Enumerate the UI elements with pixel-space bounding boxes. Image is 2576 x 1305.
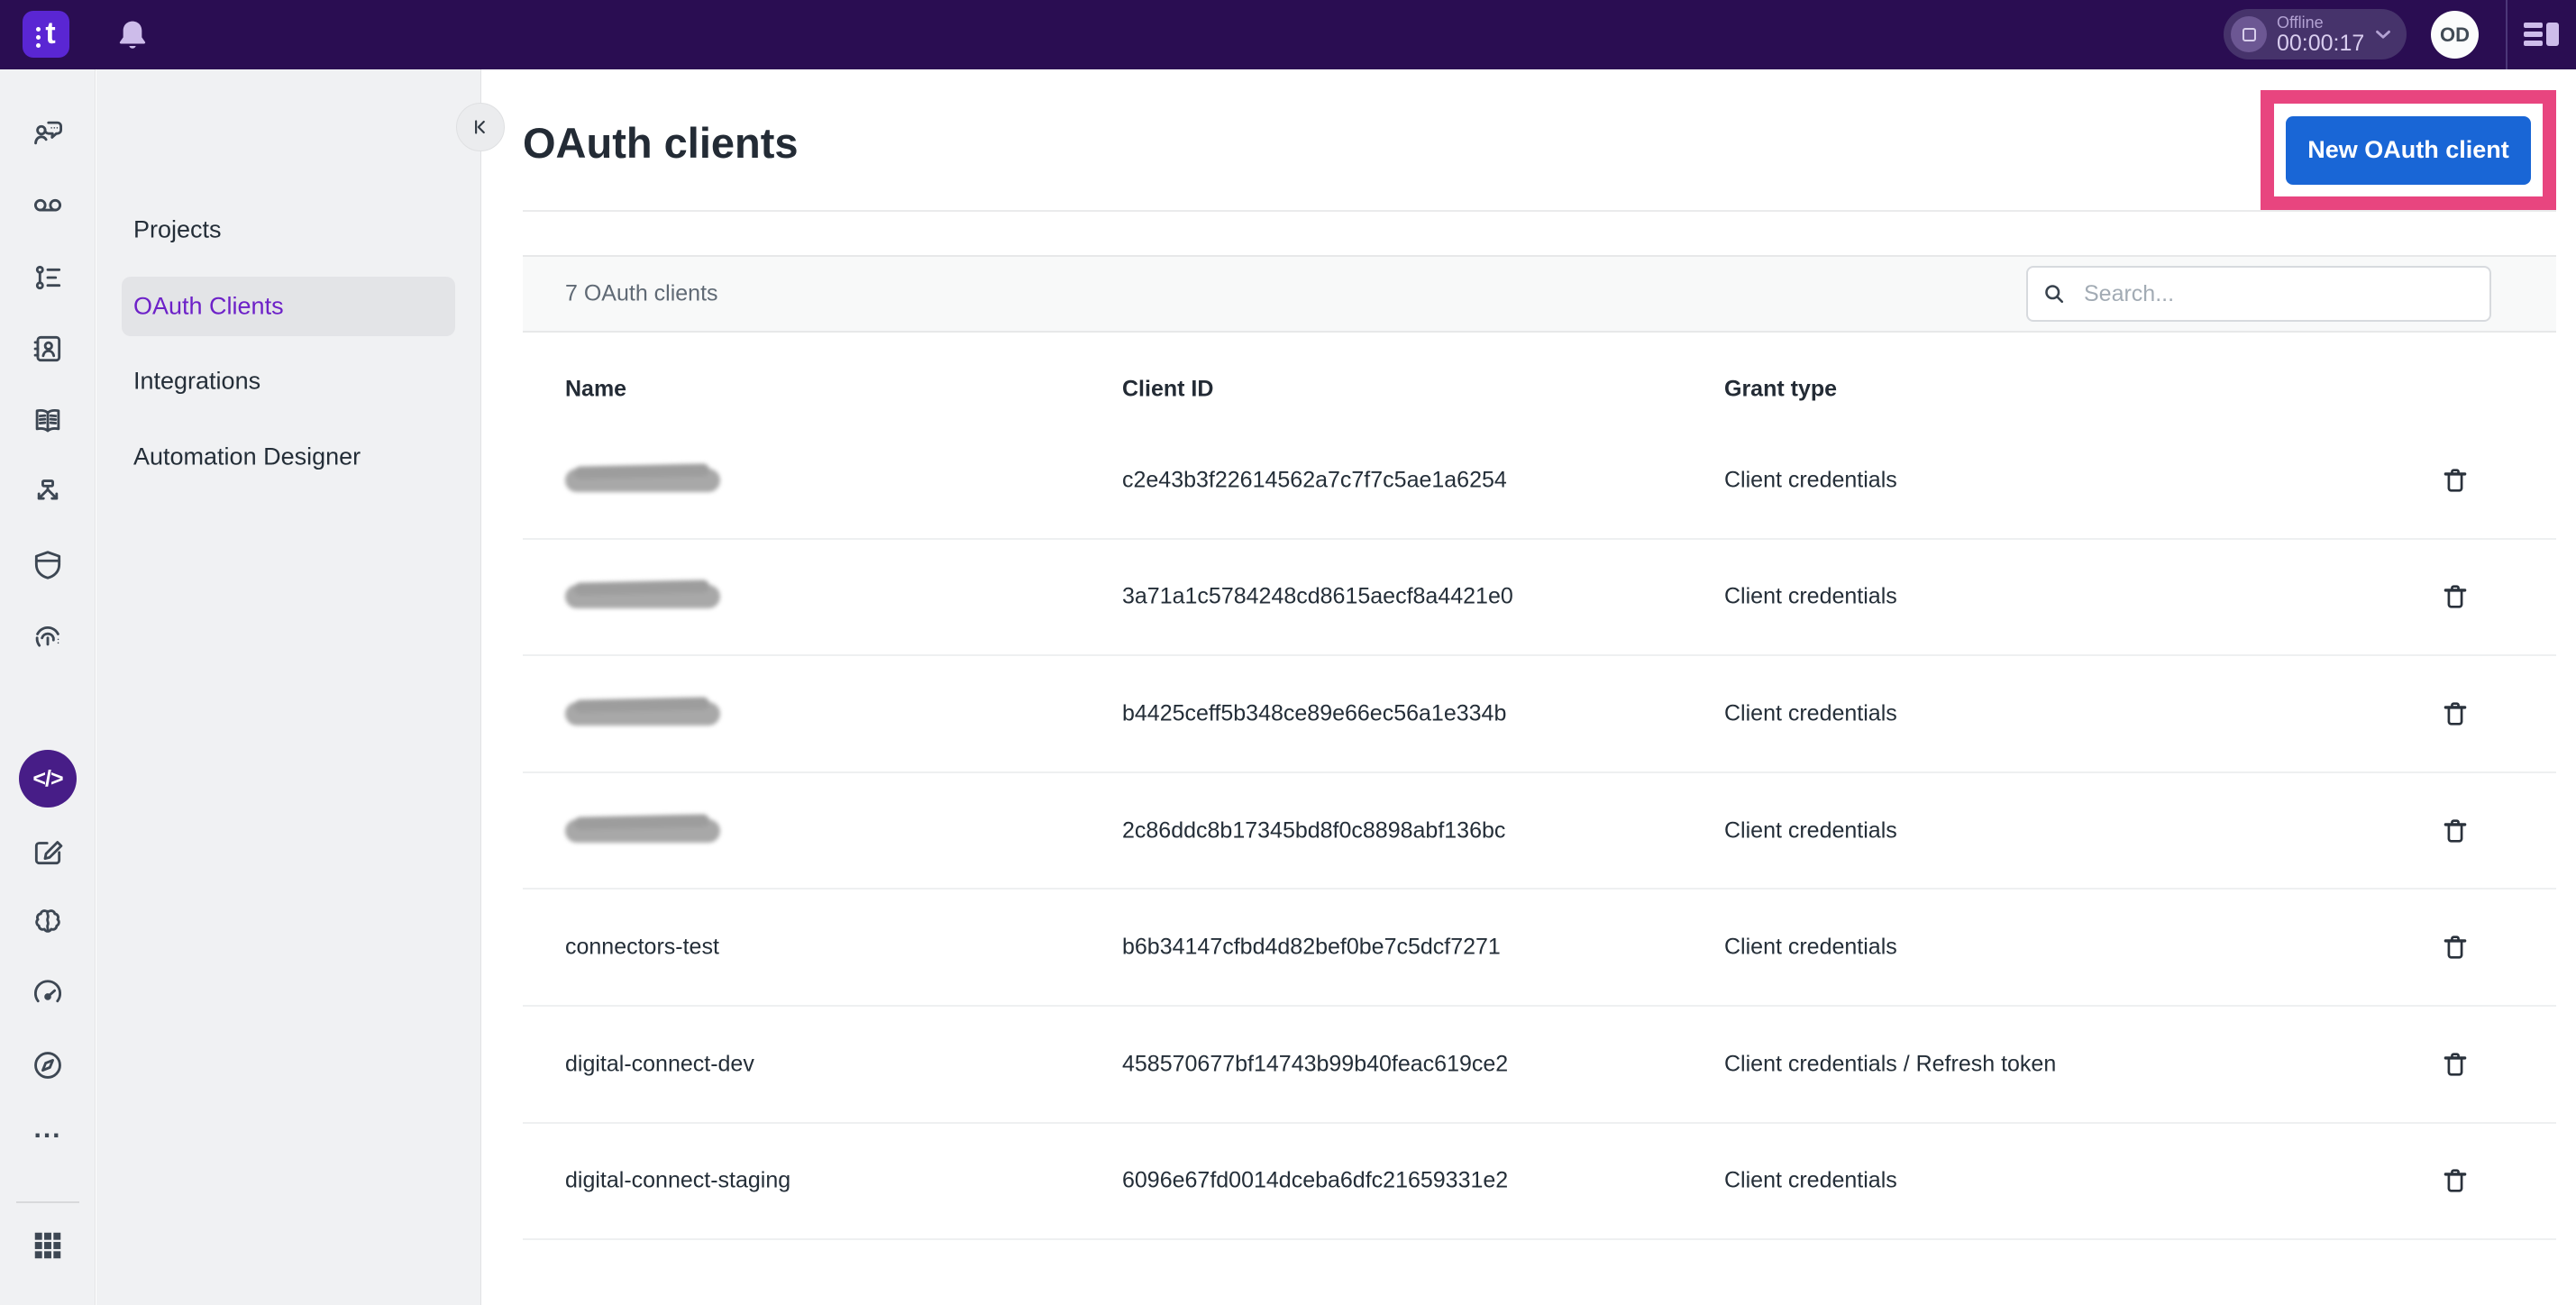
workflow-list-icon[interactable] <box>30 260 66 296</box>
compose-icon[interactable] <box>30 834 66 870</box>
column-header-name: Name <box>565 377 626 403</box>
tray-logo[interactable]: t <box>23 11 69 58</box>
session-status-pill[interactable]: Offline 00:00:17 <box>2224 9 2407 59</box>
grant-type-cell: Client credentials <box>1724 467 1897 493</box>
sidebar-item-integrations[interactable]: Integrations <box>133 368 260 396</box>
delete-client-button[interactable] <box>2435 460 2475 501</box>
topbar: t Offline 00:00:17 OD <box>0 0 2576 69</box>
sidebar-item-oauth-clients[interactable]: OAuth Clients <box>133 293 284 321</box>
delete-client-button[interactable] <box>2435 810 2475 852</box>
client-id-cell: 6096e67fd0014dceba6dfc21659331e2 <box>1122 1168 1508 1194</box>
branch-router-icon[interactable] <box>30 475 66 511</box>
app-window: t Offline 00:00:17 OD <box>0 0 2576 1305</box>
delete-client-button[interactable] <box>2435 693 2475 735</box>
annotation-highlight-box: New OAuth client <box>2261 90 2556 210</box>
session-status-label: Offline <box>2277 14 2364 32</box>
table-row[interactable]: b4425ceff5b348ce89e66ec56a1e334b Client … <box>523 656 2556 773</box>
grant-type-cell: Client credentials <box>1724 1168 1897 1194</box>
shield-icon[interactable] <box>30 547 66 583</box>
page-title: OAuth clients <box>523 118 799 168</box>
gauge-icon[interactable] <box>30 975 66 1011</box>
column-header-client-id: Client ID <box>1122 377 1213 403</box>
stop-session-icon[interactable] <box>2231 16 2267 52</box>
client-id-cell: b4425ceff5b348ce89e66ec56a1e334b <box>1122 700 1506 726</box>
grant-type-cell: Client credentials <box>1724 817 1897 844</box>
client-name-cell: digital-connect-dev <box>565 1051 754 1077</box>
redacted-name <box>565 819 720 843</box>
rail-divider <box>16 1201 79 1203</box>
grant-type-cell: Client credentials / Refresh token <box>1724 1051 2056 1077</box>
oauth-clients-count: 7 OAuth clients <box>565 281 718 307</box>
sidebar-collapse-button[interactable] <box>456 103 505 151</box>
icon-rail: </> <box>0 69 96 1305</box>
redacted-name <box>565 702 720 726</box>
agent-chat-icon[interactable] <box>30 115 66 151</box>
title-divider <box>523 210 2556 212</box>
table-row[interactable]: c2e43b3f22614562a7c7f7c5ae1a6254 Client … <box>523 423 2556 540</box>
table-row[interactable]: connectors-test b6b34147cfbd4d82bef0be7c… <box>523 890 2556 1007</box>
apps-grid-icon[interactable] <box>30 1227 66 1264</box>
client-id-cell: 2c86ddc8b17345bd8f0c8898abf136bc <box>1122 817 1505 844</box>
session-timer: 00:00:17 <box>2277 32 2364 56</box>
redacted-name <box>565 469 720 492</box>
table-row[interactable]: 2c86ddc8b17345bd8f0c8898abf136bc Client … <box>523 773 2556 890</box>
new-oauth-client-button[interactable]: New OAuth client <box>2286 116 2531 185</box>
client-id-cell: 3a71a1c5784248cd8615aecf8a4421e0 <box>1122 584 1513 610</box>
contacts-icon[interactable] <box>30 331 66 367</box>
table-row[interactable]: digital-connect-dev 458570677bf14743b99b… <box>523 1007 2556 1124</box>
delete-client-button[interactable] <box>2435 576 2475 617</box>
side-panel-toggle-icon[interactable] <box>2524 23 2559 46</box>
tray-logo-dots-icon <box>36 27 41 48</box>
chevron-down-icon[interactable] <box>2371 23 2395 46</box>
notifications-bell-icon[interactable] <box>114 16 151 54</box>
compass-icon[interactable] <box>30 1047 66 1083</box>
redacted-name <box>565 585 720 608</box>
grant-type-cell: Client credentials <box>1724 700 1897 726</box>
oauth-clients-table: c2e43b3f22614562a7c7f7c5ae1a6254 Client … <box>523 423 2556 1240</box>
table-row[interactable]: 3a71a1c5784248cd8615aecf8a4421e0 Client … <box>523 540 2556 657</box>
client-id-cell: b6b34147cfbd4d82bef0be7c5dcf7271 <box>1122 935 1501 961</box>
delete-client-button[interactable] <box>2435 1044 2475 1085</box>
client-name-cell: connectors-test <box>565 935 719 961</box>
client-id-cell: 458570677bf14743b99b40feac619ce2 <box>1122 1051 1508 1077</box>
table-header-row: Name Client ID Grant type <box>523 356 2556 423</box>
topbar-divider <box>2506 0 2507 69</box>
table-row[interactable]: digital-connect-staging 6096e67fd0014dce… <box>523 1124 2556 1241</box>
sidebar-item-automation-designer[interactable]: Automation Designer <box>133 443 361 471</box>
voicemail-icon[interactable] <box>30 187 66 224</box>
user-avatar[interactable]: OD <box>2431 11 2479 59</box>
search-input[interactable] <box>2026 266 2491 322</box>
column-header-grant-type: Grant type <box>1724 377 1837 403</box>
client-name-cell: digital-connect-staging <box>565 1168 790 1194</box>
builder-sidebar <box>96 69 481 1305</box>
knowledge-book-icon[interactable] <box>30 403 66 439</box>
code-builder-icon[interactable]: </> <box>19 750 77 808</box>
fingerprint-icon[interactable] <box>30 619 66 655</box>
delete-client-button[interactable] <box>2435 926 2475 968</box>
sidebar-item-projects[interactable]: Projects <box>133 216 222 244</box>
tray-logo-letter: t <box>45 18 55 49</box>
brain-icon[interactable] <box>30 904 66 940</box>
table-toolbar: 7 OAuth clients <box>523 255 2556 333</box>
grant-type-cell: Client credentials <box>1724 935 1897 961</box>
client-id-cell: c2e43b3f22614562a7c7f7c5ae1a6254 <box>1122 467 1507 493</box>
delete-client-button[interactable] <box>2435 1160 2475 1201</box>
grant-type-cell: Client credentials <box>1724 584 1897 610</box>
more-ellipsis-icon[interactable]: ... <box>30 1111 66 1147</box>
